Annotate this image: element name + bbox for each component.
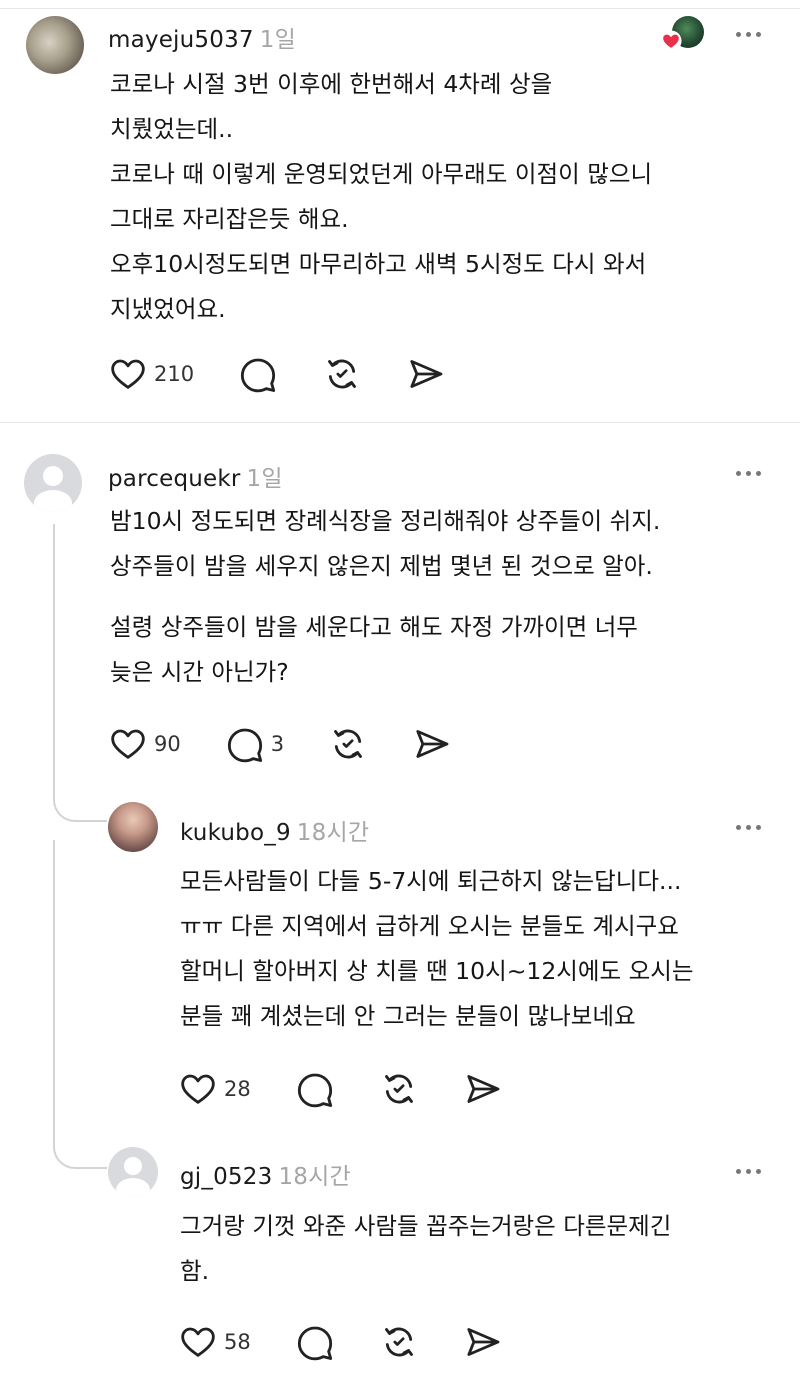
comment-header: gj_0523 18시간 [180,1157,351,1191]
speech-bubble-icon [297,1073,332,1108]
repost-arrows-icon [384,1327,413,1357]
heart-filled-icon [660,30,682,52]
send-arrow-icon [467,1075,500,1103]
heart-outline-icon [181,1327,215,1357]
repost-button[interactable] [328,724,368,764]
comment-line: 밤10시 정도되면 장례식장을 정리해줘야 상주들이 쉬지. [110,507,661,535]
repost-arrows-icon [328,359,357,389]
timestamp: 1일 [259,27,296,53]
timestamp: 18시간 [296,820,370,846]
comment-line: 오후10시정도되면 마무리하고 새벽 5시정도 다시 와서 [110,250,647,278]
speech-bubble-icon [227,728,262,763]
username[interactable]: kukubo_9 [180,820,291,846]
speech-bubble-icon [241,358,276,393]
reply-button[interactable] [238,354,278,394]
avatar[interactable] [24,454,82,512]
comment-line: 지냈었어요. [110,295,226,323]
timestamp: 1일 [246,466,283,492]
comment-line: ㅠㅠ 다른 지역에서 급하게 오시는 분들도 계시구요 [180,912,679,940]
comment-line: 상주들이 밤을 세우지 않은지 제법 몇년 된 것으로 알아. [110,552,653,580]
send-arrow-icon [467,1328,500,1356]
action-bar: 28 [178,1069,547,1109]
like-button[interactable]: 90 [108,724,181,764]
comment-line: 분들 꽤 계셨는데 안 그러는 분들이 많나보네요 [180,1002,636,1030]
comment-line: 그대로 자리잡은듯 해요. [110,205,349,233]
username[interactable]: parcequekr [108,466,241,492]
thread-line [53,840,55,1130]
share-button[interactable] [406,354,446,394]
more-dots-icon[interactable] [736,463,761,483]
like-count: 58 [224,1330,251,1354]
comment-body: 그거랑 기껏 와준 사람들 꼽주는거랑은 다른문제긴 함. [180,1204,671,1294]
action-bar: 90 3 [108,724,496,764]
like-button[interactable]: 28 [178,1069,251,1109]
username[interactable]: mayeju5037 [108,27,254,53]
like-count: 28 [224,1077,251,1101]
username[interactable]: gj_0523 [180,1164,272,1190]
reply-button[interactable] [295,1322,335,1362]
like-count: 90 [154,732,181,756]
repost-arrows-icon [384,1074,413,1104]
repost-button[interactable] [379,1069,419,1109]
reply-count: 3 [270,732,285,756]
heart-outline-icon [181,1074,215,1104]
like-count: 210 [154,362,195,386]
action-bar: 210 [108,354,490,394]
thread-connector [53,1125,107,1169]
like-button[interactable]: 58 [178,1322,251,1362]
avatar[interactable] [26,16,84,74]
heart-outline-icon [111,729,145,759]
timestamp: 18시간 [278,1164,351,1190]
comment-line: 함. [180,1257,210,1285]
send-arrow-icon [416,730,449,758]
share-button[interactable] [463,1069,503,1109]
comment-body: 모든사람들이 다들 5-7시에 퇴근하지 않는답니다... ㅠㅠ 다른 지역에서… [180,859,693,1039]
comment-line: 모든사람들이 다들 5-7시에 퇴근하지 않는답니다... [180,867,682,895]
repost-button[interactable] [379,1322,419,1362]
top-divider [0,8,800,9]
comment-line: 치뤘었는데.. [110,115,234,143]
comment-body: 밤10시 정도되면 장례식장을 정리해줘야 상주들이 쉬지. 상주들이 밤을 세… [110,499,660,695]
avatar[interactable] [108,802,158,852]
more-dots-icon[interactable] [736,1161,761,1181]
repost-button[interactable] [322,354,362,394]
thread-connector [53,772,107,822]
comment-line: 코로나 시절 3번 이후에 한번해서 4차례 상을 [110,70,553,98]
comment-line: 늦은 시간 아닌가? [110,658,289,686]
comment-line: 그거랑 기껏 와준 사람들 꼽주는거랑은 다른문제긴 [180,1212,672,1240]
send-arrow-icon [410,360,443,388]
comment-header: mayeju5037 1일 [108,20,296,54]
liked-by-author-badge [660,16,706,54]
comment-header: parcequekr 1일 [108,459,283,493]
more-dots-icon[interactable] [736,24,761,44]
action-bar: 58 [178,1322,547,1362]
comment-line: 코로나 때 이렇게 운영되었던게 아무래도 이점이 많으니 [110,160,653,188]
repost-arrows-icon [334,729,363,759]
reply-button[interactable] [295,1069,335,1109]
comment-header: kukubo_9 18시간 [180,813,369,847]
like-button[interactable]: 210 [108,354,194,394]
heart-outline-icon [111,359,145,389]
speech-bubble-icon [297,1326,332,1361]
divider [0,422,800,423]
share-button[interactable] [463,1322,503,1362]
reply-button[interactable]: 3 [225,724,284,764]
share-button[interactable] [412,724,452,764]
comment-line: 할머니 할아버지 상 치를 땐 10시~12시에도 오시는 [180,957,694,985]
comment-body: 코로나 시절 3번 이후에 한번해서 4차례 상을 치뤘었는데.. 코로나 때 … [110,62,652,332]
avatar[interactable] [108,1147,158,1197]
more-dots-icon[interactable] [736,817,761,837]
thread-line [53,524,55,772]
comment-line: 설령 상주들이 밤을 세운다고 해도 자정 가까이면 너무 [110,613,638,641]
